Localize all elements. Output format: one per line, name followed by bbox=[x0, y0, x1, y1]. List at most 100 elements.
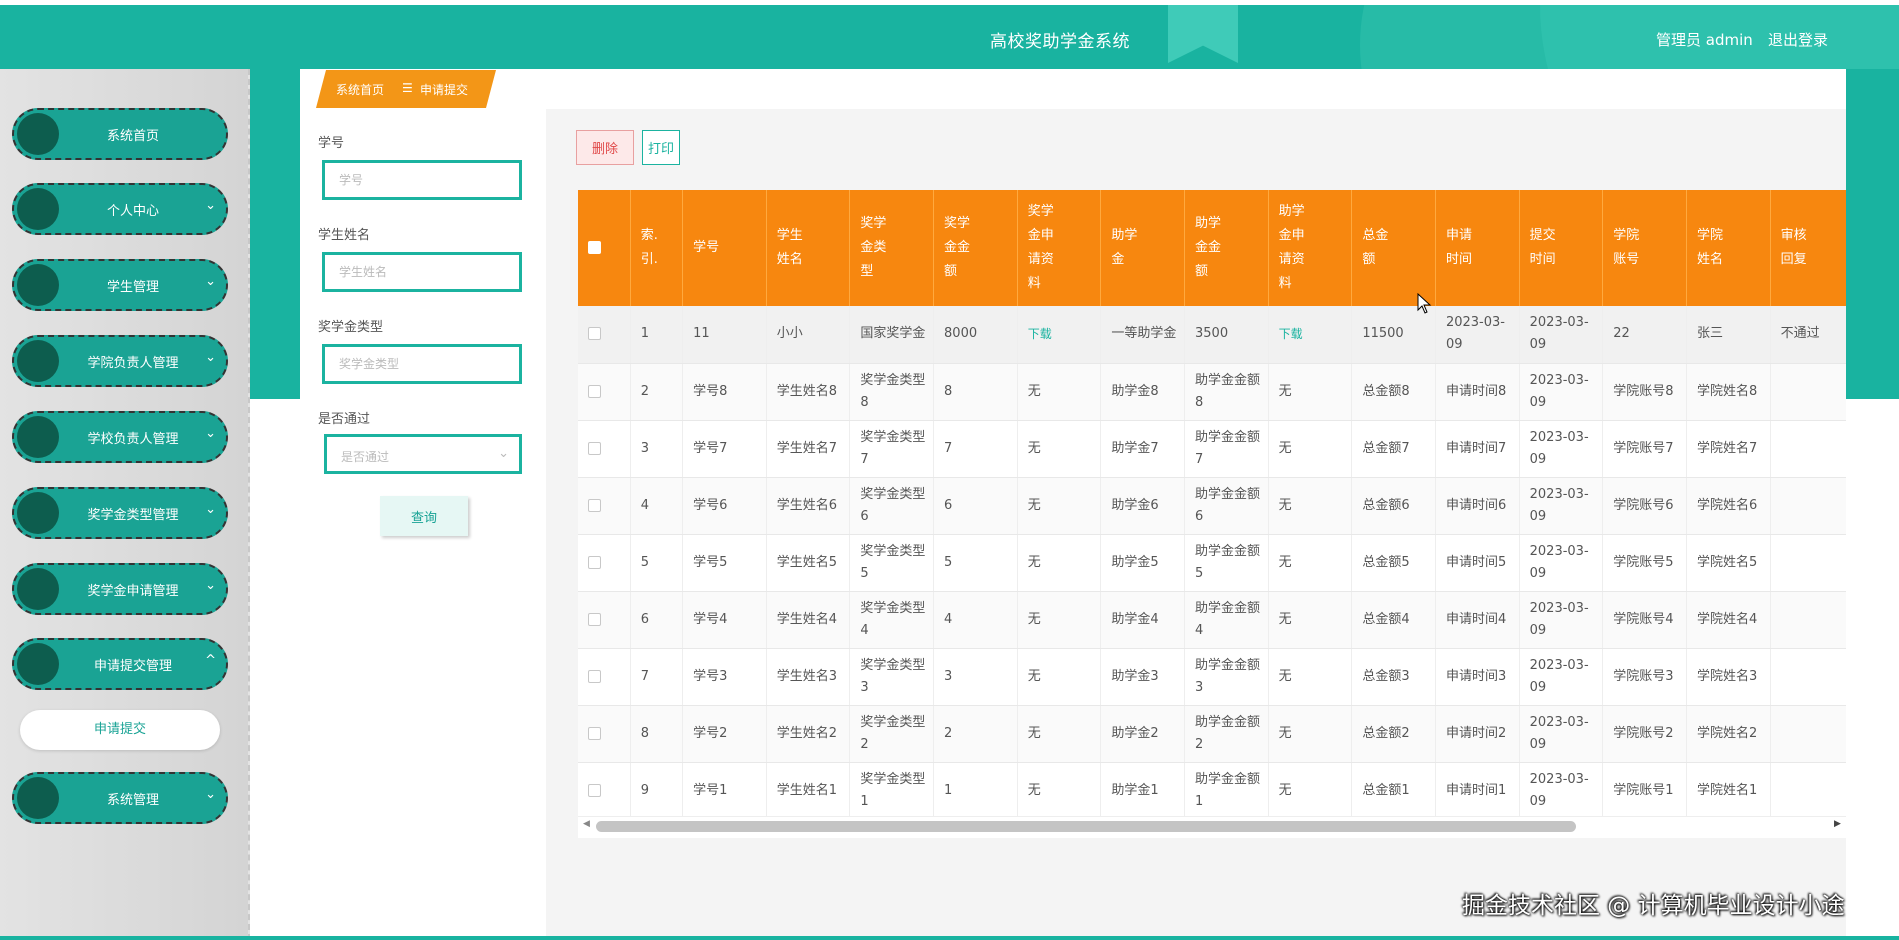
column-header: 学号 bbox=[682, 190, 767, 306]
watermark: 掘金技术社区 @ 计算机毕业设计小途 bbox=[1462, 893, 1845, 919]
table-cell: 无 bbox=[1017, 420, 1102, 478]
cell-text: 助学金金额3 bbox=[1195, 657, 1261, 695]
row-select-cell[interactable] bbox=[578, 420, 631, 478]
cell-text: 奖学金类型1 bbox=[860, 771, 926, 809]
sidebar-item-application-submit-mgmt[interactable]: 申请提交管理 ^ bbox=[12, 638, 228, 690]
table-cell: 总金额2 bbox=[1351, 705, 1436, 763]
row-select-cell[interactable] bbox=[578, 477, 631, 535]
table-cell: 学院账号2 bbox=[1602, 705, 1687, 763]
sidebar-item-student-mgmt[interactable]: 学生管理 ⌄ bbox=[12, 259, 228, 311]
table-row[interactable]: 7 学号3 学生姓名3 奖学金类型3 3 无 助学金3 助学金金额3 无 总金额3 申请时间3 202… bbox=[578, 648, 1846, 706]
table-cell[interactable]: 下载 bbox=[1017, 306, 1102, 364]
cell-text: 2023-03-09 bbox=[1529, 543, 1589, 581]
row-checkbox[interactable] bbox=[588, 726, 601, 740]
select-all-checkbox[interactable] bbox=[588, 241, 601, 254]
scroll-left-icon[interactable]: ◀ bbox=[583, 819, 590, 829]
sidebar-item-home[interactable]: 系统首页 bbox=[12, 108, 228, 160]
table-cell: 助学金金额7 bbox=[1184, 420, 1269, 478]
row-checkbox[interactable] bbox=[588, 783, 601, 797]
student-name-input[interactable] bbox=[322, 252, 522, 292]
row-select-cell[interactable] bbox=[578, 306, 631, 364]
cell-text: 6 bbox=[640, 611, 650, 627]
sidebar-item-scholarship-application-mgmt[interactable]: 奖学金申请管理 ⌄ bbox=[12, 563, 228, 615]
cell-text: 2023-03-09 bbox=[1445, 315, 1505, 353]
table-cell: 4 bbox=[630, 477, 684, 535]
table-row[interactable]: 4 学号6 学生姓名6 奖学金类型6 6 无 助学金6 助学金金额6 无 总金额6 申请时间6 202… bbox=[578, 477, 1846, 535]
table-row[interactable]: 1 11 小小 国家奖学金 8000 下载 一等助学金 3500 下载 11500 2023-03-… bbox=[578, 306, 1846, 364]
row-checkbox[interactable] bbox=[588, 441, 601, 455]
cell-text: 助学金金额1 bbox=[1195, 771, 1261, 809]
download-link[interactable]: 下载 bbox=[1279, 327, 1303, 341]
sidebar-item-label: 申请提交管理 bbox=[93, 659, 172, 674]
row-checkbox[interactable] bbox=[588, 327, 601, 341]
cell-text: 张三 bbox=[1696, 326, 1723, 342]
sidebar-item-school-leader-mgmt[interactable]: 学校负责人管理 ⌄ bbox=[12, 411, 228, 463]
row-checkbox[interactable] bbox=[588, 498, 601, 512]
table-row[interactable]: 3 学号7 学生姓名7 奖学金类型7 7 无 助学金7 助学金金额7 无 总金额7 申请时间7 202… bbox=[578, 420, 1846, 478]
cell-text: 3500 bbox=[1195, 326, 1229, 342]
sidebar-item-label: 奖学金申请管理 bbox=[87, 584, 179, 599]
logout-link[interactable]: 退出登录 bbox=[1768, 29, 1828, 50]
select-all-header[interactable] bbox=[578, 190, 631, 306]
column-header: 助学 金申 请资料 bbox=[1268, 190, 1353, 306]
top-header: 高校奖助学金系统 管理员 admin 退出登录 bbox=[0, 5, 1899, 69]
menu-bullet-icon bbox=[17, 568, 59, 610]
cell-text: 助学金4 bbox=[1111, 611, 1159, 627]
scroll-right-icon[interactable]: ▶ bbox=[1834, 819, 1841, 829]
delete-button[interactable]: 删除 bbox=[576, 130, 634, 165]
row-select-cell[interactable] bbox=[578, 591, 631, 649]
table-cell: 一等助学金 bbox=[1100, 306, 1185, 364]
cell-text: 9 bbox=[640, 782, 650, 798]
table-cell: 学院姓名2 bbox=[1686, 705, 1771, 763]
cell-text: 6 bbox=[944, 497, 953, 513]
table-cell: 申请时间3 bbox=[1435, 648, 1520, 706]
cell-text: 一等助学金 bbox=[1111, 326, 1177, 342]
download-link[interactable]: 下载 bbox=[1028, 327, 1052, 341]
cell-text: 无 bbox=[1278, 497, 1292, 513]
row-select-cell[interactable] bbox=[578, 762, 631, 816]
student-id-input[interactable] bbox=[322, 160, 522, 200]
table-row[interactable]: 5 学号5 学生姓名5 奖学金类型5 5 无 助学金5 助学金金额5 无 总金额5 申请时间5 202… bbox=[578, 534, 1846, 592]
passed-select[interactable]: 是否通过 ⌄ bbox=[324, 434, 522, 474]
scholarship-type-input[interactable] bbox=[322, 344, 522, 384]
table-cell: 奖学金类型6 bbox=[849, 477, 935, 535]
table-row[interactable]: 6 学号4 学生姓名4 奖学金类型4 4 无 助学金4 助学金金额4 无 总金额4 申请时间4 202… bbox=[578, 591, 1846, 649]
row-checkbox[interactable] bbox=[588, 384, 601, 398]
table-cell: 申请时间7 bbox=[1435, 420, 1520, 478]
table-cell: 2023-03-09 bbox=[1519, 534, 1604, 592]
scrollbar-thumb[interactable] bbox=[596, 821, 1576, 832]
row-select-cell[interactable] bbox=[578, 648, 631, 706]
table-row[interactable]: 8 学号2 学生姓名2 奖学金类型2 2 无 助学金2 助学金金额2 无 总金额2 申请时间2 202… bbox=[578, 705, 1846, 763]
cell-text: 奖学金类型4 bbox=[860, 600, 926, 638]
row-select-cell[interactable] bbox=[578, 705, 631, 763]
row-checkbox[interactable] bbox=[588, 612, 601, 626]
cell-text: 学院账号6 bbox=[1613, 497, 1674, 513]
breadcrumb-home[interactable]: 系统首页 bbox=[336, 81, 384, 98]
row-select-cell[interactable] bbox=[578, 363, 631, 421]
query-button[interactable]: 查询 bbox=[380, 496, 468, 536]
table-cell: 学院账号3 bbox=[1602, 648, 1687, 706]
table-cell: 学号7 bbox=[682, 420, 767, 478]
sidebar-item-college-leader-mgmt[interactable]: 学院负责人管理 ⌄ bbox=[12, 335, 228, 387]
cell-text: 2023-03-09 bbox=[1529, 486, 1589, 524]
cell-text: 7 bbox=[640, 668, 650, 684]
cell-text: 8000 bbox=[944, 326, 978, 342]
row-checkbox[interactable] bbox=[588, 669, 601, 683]
table-row[interactable]: 2 学号8 学生姓名8 奖学金类型8 8 无 助学金8 助学金金额8 无 总金额8 申请时间8 202… bbox=[578, 363, 1846, 421]
table-row[interactable]: 9 学号1 学生姓名1 奖学金类型1 1 无 助学金1 助学金金额1 无 总金额1 申请时间1 202… bbox=[578, 762, 1846, 816]
sidebar-item-system-mgmt[interactable]: 系统管理 ⌄ bbox=[12, 772, 228, 824]
table-cell: 2 bbox=[630, 363, 684, 421]
table-cell[interactable]: 下载 bbox=[1268, 306, 1353, 364]
table-cell: 助学金3 bbox=[1100, 648, 1185, 706]
cell-text: 学院账号4 bbox=[1613, 611, 1674, 627]
row-checkbox[interactable] bbox=[588, 555, 601, 569]
table-cell: 国家奖学金 bbox=[849, 306, 935, 364]
sidebar-item-scholarship-type-mgmt[interactable]: 奖学金类型管理 ⌄ bbox=[12, 487, 228, 539]
submenu-item-application-submit[interactable]: 申请提交 bbox=[20, 710, 220, 750]
row-select-cell[interactable] bbox=[578, 534, 631, 592]
chevron-down-icon: ⌄ bbox=[205, 578, 216, 593]
sidebar-item-personal-center[interactable]: 个人中心 ⌄ bbox=[12, 183, 228, 235]
table-cell: 学生姓名3 bbox=[766, 648, 851, 706]
chevron-down-icon: ⌄ bbox=[205, 426, 216, 441]
print-button[interactable]: 打印 bbox=[642, 130, 680, 165]
